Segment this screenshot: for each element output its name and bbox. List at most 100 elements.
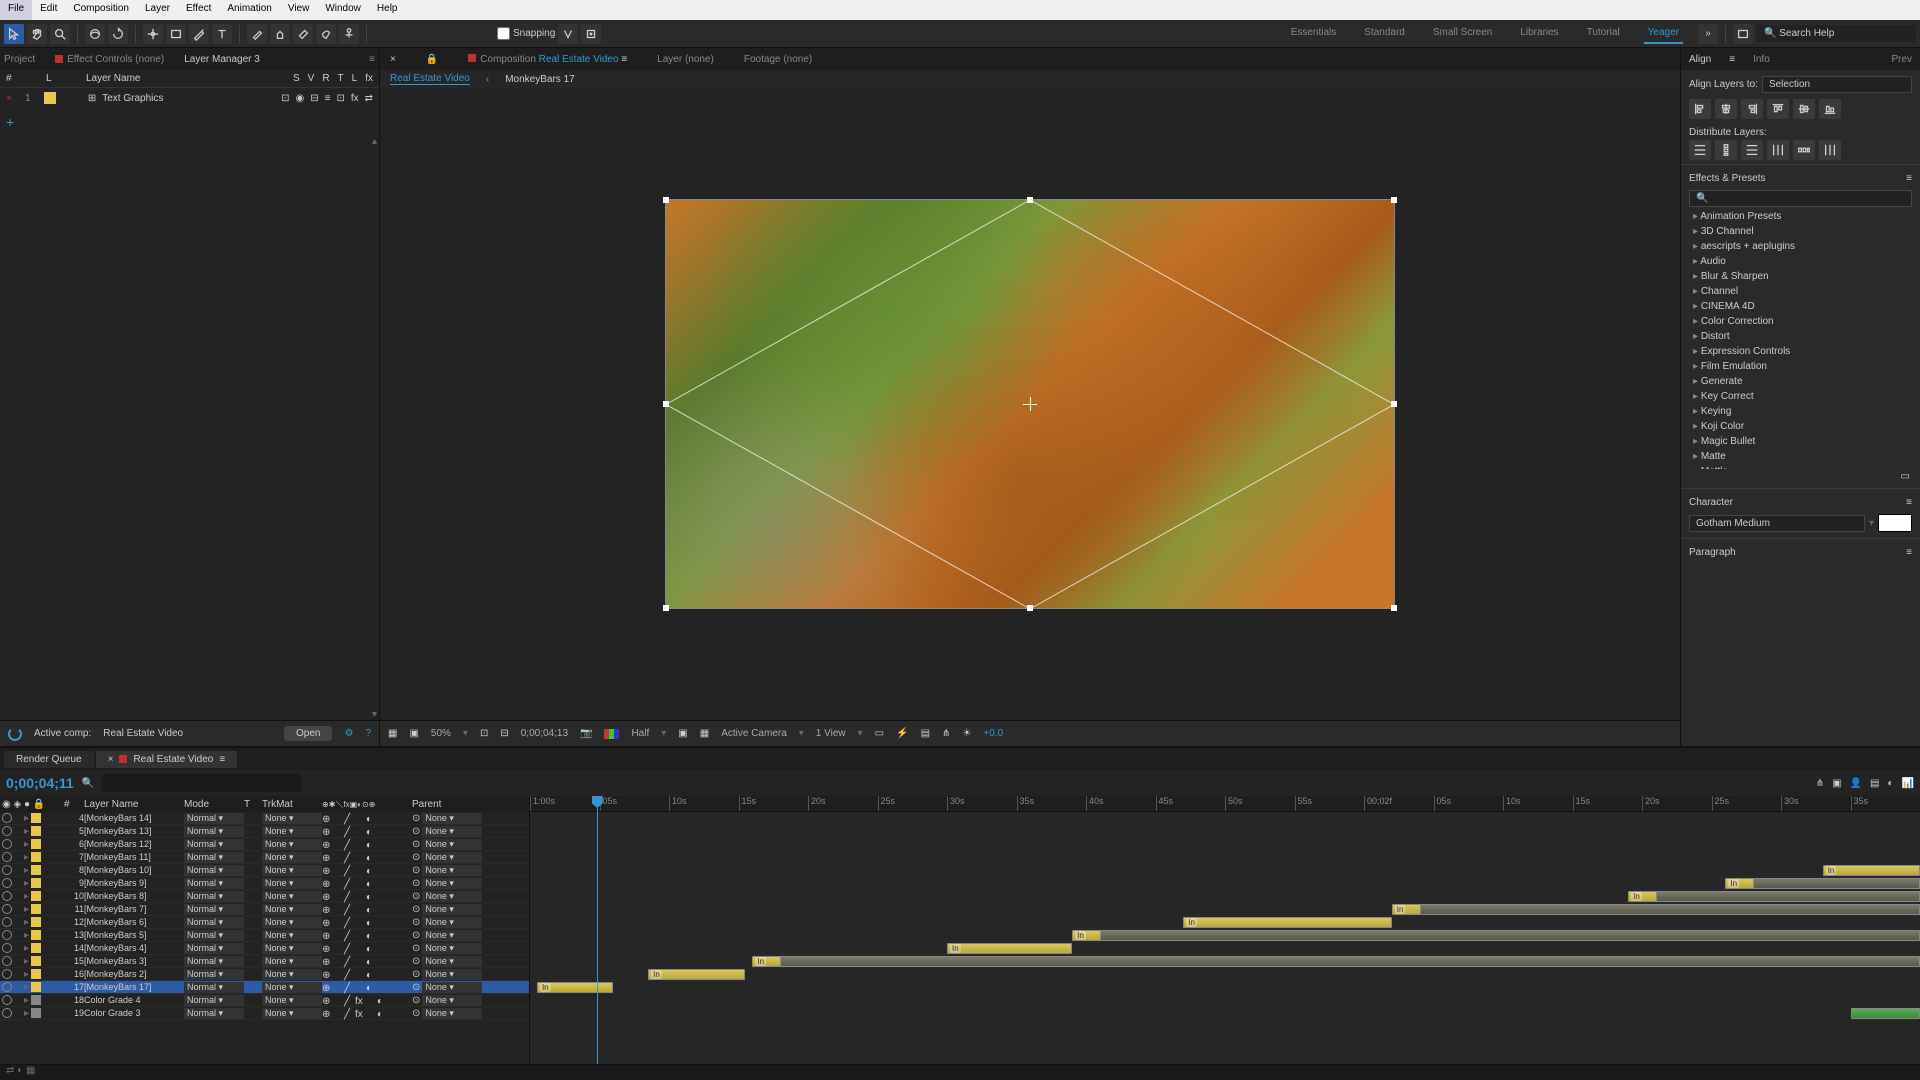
comp-name-breadcrumb[interactable]: Real Estate Video [539, 54, 619, 65]
draft-3d-icon[interactable]: ▣ [1832, 778, 1841, 789]
tab-comp-timeline[interactable]: × Real Estate Video ≡ [96, 751, 238, 768]
timeline-track[interactable]: In [530, 903, 1920, 916]
tab-preview[interactable]: Prev [1891, 54, 1912, 65]
layer-manager-row[interactable]: × 1 ⊞ Text Graphics ⊡ ◉ ⊟ ≡ ⊡ fx ⇄ [0, 88, 379, 108]
rotation-tool[interactable] [108, 24, 128, 44]
roto-brush-tool[interactable] [316, 24, 336, 44]
dist-left-icon[interactable] [1767, 140, 1789, 160]
timeline-clip-tail[interactable] [780, 956, 1920, 967]
playhead[interactable] [597, 796, 598, 1064]
workspace-tutorial[interactable]: Tutorial [1583, 23, 1624, 44]
brush-tool[interactable] [247, 24, 267, 44]
timeline-tracks[interactable]: 1:00s05s10s15s20s25s30s35s40s45s50s55s00… [530, 796, 1920, 1064]
type-tool[interactable] [212, 24, 232, 44]
tab-render-queue[interactable]: Render Queue [4, 751, 94, 768]
timeline-track[interactable]: In [530, 864, 1920, 877]
transparency-icon[interactable]: ▦ [700, 728, 709, 739]
layer-tab[interactable]: Layer (none) [657, 54, 714, 65]
rectangle-tool[interactable] [166, 24, 186, 44]
frame-blend-toggle-icon[interactable]: ▤ [1870, 778, 1879, 789]
timeline-layer-row[interactable]: ▸ 16 [MonkeyBars 2] Normal ▾ None ▾ ⊕╱◐ … [0, 968, 529, 981]
timeline-search-icon[interactable]: 🔍 [82, 778, 94, 789]
timeline-track[interactable]: In [530, 942, 1920, 955]
effect-category[interactable]: Color Correction [1689, 314, 1912, 329]
timeline-layer-row[interactable]: ▸ 6 [MonkeyBars 12] Normal ▾ None ▾ ⊕╱◐ … [0, 838, 529, 851]
shy-toggle-icon[interactable]: 👤 [1850, 778, 1862, 789]
timeline-track[interactable]: In [530, 877, 1920, 890]
motion-blur-icon[interactable]: ⊡ [336, 93, 344, 104]
timeline-clip[interactable]: In [648, 969, 745, 980]
res-half-icon[interactable]: ⊟ [500, 728, 508, 739]
pan-behind-tool[interactable] [143, 24, 163, 44]
snap-icon-2[interactable] [581, 24, 601, 44]
timeline-layer-row[interactable]: ▸ 18 Color Grade 4 Normal ▾ None ▾ ⊕╱fx◐… [0, 994, 529, 1007]
sync-settings-icon[interactable] [1733, 24, 1753, 44]
orbit-tool[interactable] [85, 24, 105, 44]
align-bottom-icon[interactable] [1819, 99, 1841, 119]
timeline-search[interactable] [102, 774, 302, 792]
add-layer-icon[interactable]: + [6, 114, 14, 130]
effect-category[interactable]: Distort [1689, 329, 1912, 344]
effect-category[interactable]: Koji Color [1689, 419, 1912, 434]
menu-edit[interactable]: Edit [32, 0, 65, 20]
effect-category[interactable]: Channel [1689, 284, 1912, 299]
close-icon[interactable]: × [6, 93, 12, 104]
menu-file[interactable]: File [0, 0, 32, 20]
font-dropdown[interactable]: Gotham Medium [1689, 515, 1865, 532]
align-right-icon[interactable] [1741, 99, 1763, 119]
effects-search[interactable]: 🔍 [1689, 190, 1912, 207]
timeline-layer-row[interactable]: ▸ 8 [MonkeyBars 10] Normal ▾ None ▾ ⊕╱◐ … [0, 864, 529, 877]
timeline-layer-row[interactable]: ▸ 15 [MonkeyBars 3] Normal ▾ None ▾ ⊕╱◐ … [0, 955, 529, 968]
timeline-track[interactable] [530, 838, 1920, 851]
timeline-track[interactable] [530, 994, 1920, 1007]
effect-category[interactable]: Animation Presets [1689, 209, 1912, 224]
effect-category[interactable]: CINEMA 4D [1689, 299, 1912, 314]
motion-blur-toggle-icon[interactable]: ◐ [1888, 778, 1894, 789]
effect-category[interactable]: Matte [1689, 449, 1912, 464]
dist-bottom-icon[interactable] [1741, 140, 1763, 160]
timeline-layer-row[interactable]: ▸ 9 [MonkeyBars 9] Normal ▾ None ▾ ⊕╱◐ ⊙… [0, 877, 529, 890]
snapping-checkbox[interactable] [497, 27, 510, 40]
open-button[interactable]: Open [284, 726, 332, 741]
dist-right-icon[interactable] [1819, 140, 1841, 160]
camera-dropdown[interactable]: Active Camera [721, 728, 787, 739]
timeline-track[interactable]: In [530, 981, 1920, 994]
timeline-layer-row[interactable]: ▸ 12 [MonkeyBars 6] Normal ▾ None ▾ ⊕╱◐ … [0, 916, 529, 929]
menu-animation[interactable]: Animation [219, 0, 279, 20]
dist-vcenter-icon[interactable] [1715, 140, 1737, 160]
timeline-layer-row[interactable]: ▸ 11 [MonkeyBars 7] Normal ▾ None ▾ ⊕╱◐ … [0, 903, 529, 916]
menu-view[interactable]: View [280, 0, 318, 20]
menu-composition[interactable]: Composition [65, 0, 137, 20]
timeline-clip[interactable]: In [537, 982, 613, 993]
workspace-standard[interactable]: Standard [1360, 23, 1409, 44]
workspace-essentials[interactable]: Essentials [1287, 23, 1341, 44]
effect-category[interactable]: Magic Bullet [1689, 434, 1912, 449]
zoom-dropdown[interactable]: 50% [431, 728, 451, 739]
workspace-overflow[interactable]: » [1698, 24, 1718, 44]
close-tab-icon[interactable]: × [390, 54, 396, 65]
views-dropdown[interactable]: 1 View [816, 728, 846, 739]
timeline-track[interactable]: In [530, 890, 1920, 903]
tab-layer-manager[interactable]: Layer Manager 3 [184, 54, 260, 65]
snapshot-icon[interactable]: 📷 [580, 728, 592, 739]
timeline-clip-tail[interactable] [1656, 891, 1920, 902]
clone-stamp-tool[interactable] [270, 24, 290, 44]
menu-effect[interactable]: Effect [178, 0, 219, 20]
align-vcenter-icon[interactable] [1793, 99, 1815, 119]
timeline-clip-tail[interactable] [1753, 878, 1920, 889]
snap-icon-1[interactable] [558, 24, 578, 44]
pixel-aspect-icon[interactable]: ▭ [875, 728, 884, 739]
timeline-track[interactable] [530, 812, 1920, 825]
fill-color-swatch[interactable] [1878, 514, 1912, 532]
current-time[interactable]: 0;00;04;11 [6, 775, 74, 791]
timeline-track[interactable]: In [530, 955, 1920, 968]
solo-icon[interactable]: ⊡ [281, 93, 289, 104]
zoom-tool[interactable] [50, 24, 70, 44]
align-to-dropdown[interactable]: Selection [1762, 76, 1912, 93]
graph-editor-icon[interactable]: 📊 [1902, 778, 1914, 789]
timeline-track[interactable]: In [530, 916, 1920, 929]
effect-category[interactable]: Film Emulation [1689, 359, 1912, 374]
subtab-layer[interactable]: MonkeyBars 17 [505, 74, 574, 85]
menu-window[interactable]: Window [317, 0, 369, 20]
workspace-small-screen[interactable]: Small Screen [1429, 23, 1496, 44]
